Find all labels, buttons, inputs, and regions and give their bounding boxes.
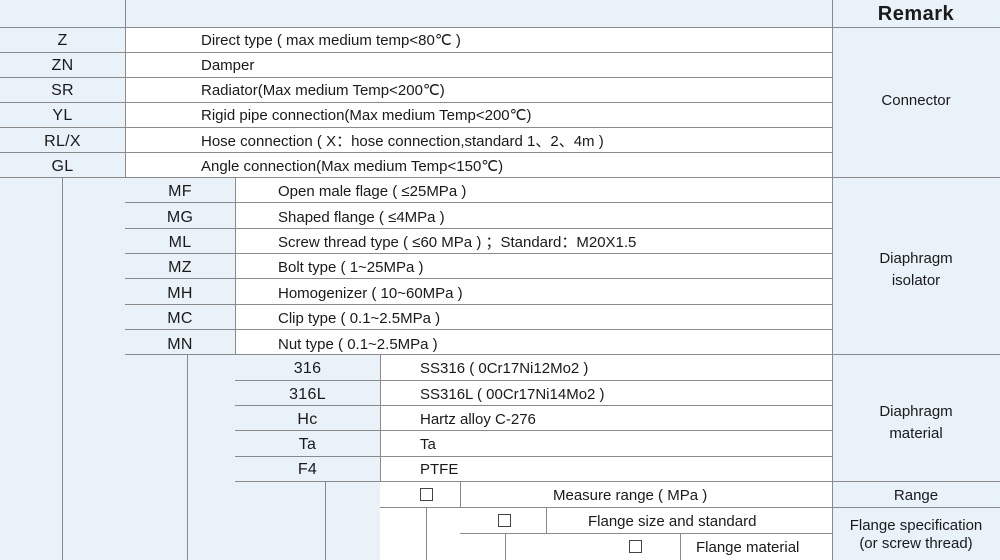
desc-damper: Damper bbox=[201, 57, 255, 74]
desc-ta: Ta bbox=[420, 436, 436, 453]
rule bbox=[460, 533, 832, 534]
code-ml: ML bbox=[168, 234, 192, 251]
rule bbox=[680, 533, 681, 560]
code-f4: F4 bbox=[297, 461, 318, 478]
rule bbox=[832, 0, 833, 560]
desc-clip-type: Clip type ( 0.1~2.5MPa ) bbox=[278, 310, 441, 327]
rule bbox=[235, 177, 236, 354]
desc-ss316: SS316 ( 0Cr17Ni12Mo2 ) bbox=[420, 360, 589, 377]
rule bbox=[0, 177, 1000, 178]
code-rl-x: RL/X bbox=[44, 133, 81, 150]
flange-size-checkbox[interactable] bbox=[498, 514, 511, 527]
rule bbox=[380, 354, 381, 482]
desc-flange-material: Flange material bbox=[696, 539, 800, 556]
desc-direct-type: Direct type ( max medium temp<80℃ ) bbox=[201, 32, 461, 49]
shade-material-lower bbox=[235, 482, 380, 560]
rule bbox=[235, 405, 832, 406]
range-checkbox[interactable] bbox=[420, 488, 433, 501]
rule bbox=[235, 430, 832, 431]
code-zn: ZN bbox=[51, 57, 74, 74]
rule bbox=[125, 202, 832, 203]
desc-shaped-flange: Shaped flange ( ≤4MPa ) bbox=[278, 209, 445, 226]
flange-material-checkbox[interactable] bbox=[629, 540, 642, 553]
code-z: Z bbox=[57, 32, 68, 49]
desc-screw-thread-type: Screw thread type ( ≤60 MPa ) ；Standard：… bbox=[278, 234, 637, 251]
rule bbox=[125, 329, 832, 330]
rule bbox=[187, 354, 188, 560]
desc-radiator: Radiator(Max medium Temp<200℃) bbox=[201, 82, 445, 99]
rule bbox=[426, 507, 427, 560]
desc-ptfe: PTFE bbox=[420, 461, 459, 478]
code-mf: MF bbox=[168, 183, 192, 200]
remark-flange-spec-line2: (or screw thread) bbox=[859, 535, 973, 552]
rule bbox=[546, 507, 547, 533]
remark-material-line2: material bbox=[889, 425, 943, 442]
code-316: 316 bbox=[293, 360, 322, 377]
rule bbox=[460, 481, 461, 507]
rule bbox=[235, 456, 832, 457]
desc-flange-size: Flange size and standard bbox=[588, 513, 757, 530]
rule bbox=[505, 533, 506, 560]
desc-hose-connection: Hose connection ( X：hose connection,stan… bbox=[201, 133, 604, 150]
rule bbox=[125, 354, 1000, 355]
desc-measure-range: Measure range ( MPa ) bbox=[553, 487, 708, 504]
code-sr: SR bbox=[51, 82, 74, 99]
desc-nut-type: Nut type ( 0.1~2.5MPa ) bbox=[278, 336, 438, 353]
code-mh: MH bbox=[167, 285, 193, 302]
rule bbox=[125, 228, 832, 229]
desc-ss316l: SS316L ( 00Cr17Ni14Mo2 ) bbox=[420, 386, 605, 403]
code-mg: MG bbox=[166, 209, 194, 226]
remark-isolator-line2: isolator bbox=[891, 272, 941, 289]
shade-mid-lower bbox=[125, 354, 235, 560]
code-316l: 316L bbox=[289, 386, 326, 403]
code-mn: MN bbox=[167, 336, 193, 353]
desc-rigid-pipe: Rigid pipe connection(Max medium Temp<20… bbox=[201, 107, 532, 124]
rule bbox=[125, 253, 832, 254]
code-yl: YL bbox=[52, 107, 73, 124]
remark-material-line1: Diaphragm bbox=[879, 403, 953, 420]
code-ta: Ta bbox=[298, 436, 317, 453]
rule bbox=[325, 481, 326, 560]
code-mz: MZ bbox=[168, 259, 192, 276]
rule bbox=[0, 27, 1000, 28]
rule bbox=[125, 278, 832, 279]
rule bbox=[380, 507, 1000, 508]
desc-hartz-alloy: Hartz alloy C-276 bbox=[420, 411, 536, 428]
remark-range: Range bbox=[893, 487, 939, 504]
remark-connector: Connector bbox=[881, 92, 951, 109]
code-gl: GL bbox=[51, 158, 74, 175]
desc-angle-connection: Angle connection(Max medium Temp<150℃) bbox=[201, 158, 504, 175]
desc-bolt-type: Bolt type ( 1~25MPa ) bbox=[278, 259, 424, 276]
desc-open-male-flage: Open male flage ( ≤25MPa ) bbox=[278, 183, 467, 200]
remark-isolator-line1: Diaphragm bbox=[879, 250, 953, 267]
desc-homogenizer: Homogenizer ( 10~60MPa ) bbox=[278, 285, 463, 302]
code-mc: MC bbox=[167, 310, 193, 327]
rule bbox=[235, 481, 1000, 482]
rule bbox=[125, 304, 832, 305]
rule bbox=[62, 177, 63, 560]
remark-header: Remark bbox=[877, 3, 955, 25]
rule bbox=[235, 380, 832, 381]
rule bbox=[125, 0, 126, 177]
code-hc: Hc bbox=[297, 411, 318, 428]
